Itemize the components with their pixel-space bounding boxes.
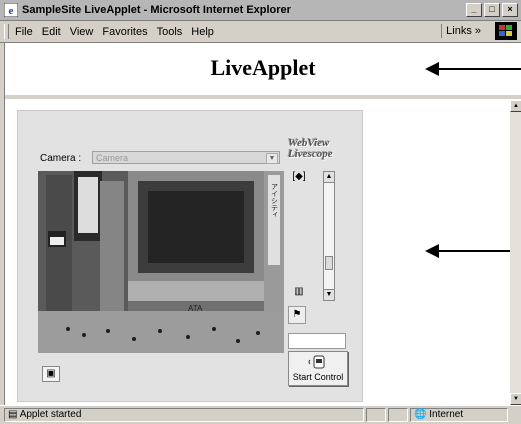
camera-snapshot-icon[interactable]: ▣: [42, 366, 60, 382]
links-toolbar-button[interactable]: Links »: [441, 24, 485, 38]
globe-icon: 🌐: [414, 409, 427, 420]
zoom-slider-thumb[interactable]: [325, 256, 333, 270]
status-text-pane: ▤ Applet started: [4, 408, 364, 422]
camera-video-feed[interactable]: ATA アイシティ: [38, 171, 284, 353]
menu-file[interactable]: File: [15, 26, 33, 38]
webview-livescope-logo: WebView Livescope: [288, 137, 333, 160]
start-control-label: Start Control: [292, 372, 344, 382]
status-pane-blank-1: [366, 408, 386, 422]
camera-label: Camera :: [40, 153, 82, 164]
brightness-icon[interactable]: ▥: [292, 286, 306, 298]
status-pane-blank-2: [388, 408, 408, 422]
menu-view[interactable]: View: [70, 26, 94, 38]
annotation-arrow-icon: [425, 244, 521, 258]
zoom-up-button[interactable]: ▲: [324, 172, 334, 183]
security-zone-text: Internet: [429, 409, 464, 420]
zoom-slider[interactable]: ▲ ▼: [323, 171, 335, 301]
camera-select-value: Camera: [96, 153, 129, 163]
focus-icon[interactable]: [◆]: [292, 171, 306, 183]
applet-status-icon: ▤: [8, 409, 18, 420]
preset-icon[interactable]: ⚑: [288, 306, 306, 324]
live-applet: Camera : Camera ▼ WebView Livescope ATA …: [17, 110, 363, 402]
chevron-down-icon[interactable]: ▼: [266, 153, 278, 164]
annotation-arrow-icon: [425, 62, 521, 76]
minimize-button[interactable]: _: [466, 3, 482, 17]
header-frame: LiveApplet: [5, 43, 521, 99]
status-text: Applet started: [19, 409, 82, 420]
toolbar-grip[interactable]: [4, 24, 9, 39]
vertical-sign-text: アイシティ: [271, 183, 279, 218]
security-zone-pane: 🌐 Internet: [410, 408, 508, 422]
window-title: SampleSite LiveApplet - Microsoft Intern…: [22, 4, 291, 16]
applet-frame: Camera : Camera ▼ WebView Livescope ATA …: [5, 100, 521, 405]
start-control-button[interactable]: Start Control: [288, 351, 348, 386]
vertical-scrollbar[interactable]: ▲ ▼: [510, 100, 521, 405]
title-bar: e SampleSite LiveApplet - Microsoft Inte…: [0, 0, 521, 21]
browser-content: LiveApplet Camera : Camera ▼ WebView Liv…: [4, 43, 521, 405]
zoom-down-button[interactable]: ▼: [324, 289, 334, 300]
status-bar: ▤ Applet started 🌐 Internet: [0, 405, 521, 424]
maximize-button[interactable]: □: [484, 3, 500, 17]
camera-select[interactable]: Camera ▼: [92, 151, 280, 164]
scroll-up-icon[interactable]: ▲: [510, 100, 521, 112]
street-sign-text: ATA: [188, 304, 203, 313]
close-button[interactable]: ×: [502, 3, 518, 17]
menu-edit[interactable]: Edit: [42, 26, 61, 38]
menu-favorites[interactable]: Favorites: [102, 26, 147, 38]
menu-help[interactable]: Help: [191, 26, 214, 38]
menu-bar: File Edit View Favorites Tools Help Link…: [0, 21, 521, 43]
control-status-field: [288, 333, 346, 349]
svg-text:e: e: [9, 5, 14, 17]
internet-explorer-icon: e: [4, 3, 18, 17]
scroll-down-icon[interactable]: ▼: [510, 393, 521, 405]
street-scene-image: ATA アイシティ: [38, 171, 284, 353]
menu-tools[interactable]: Tools: [157, 26, 183, 38]
hand-control-icon: [308, 355, 325, 369]
windows-logo-icon: [495, 22, 517, 40]
